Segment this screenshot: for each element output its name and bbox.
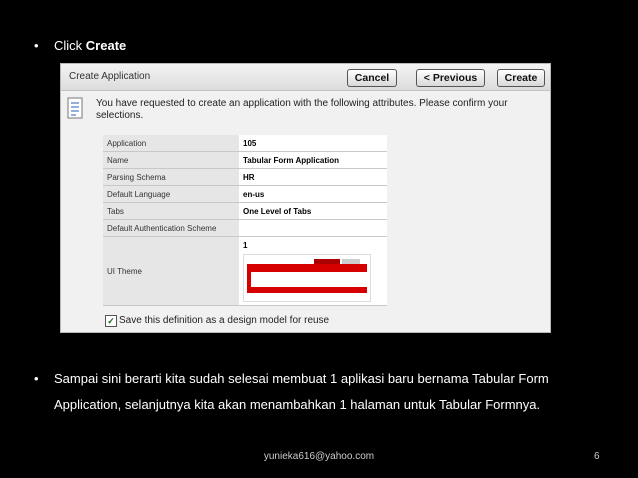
attributes-table: Application 105 Name Tabular Form Applic… bbox=[103, 135, 387, 306]
table-row: Tabs One Level of Tabs bbox=[103, 202, 387, 220]
attr-label: Name bbox=[103, 151, 239, 169]
bullet-dot: • bbox=[34, 371, 39, 386]
thumb-header-bar bbox=[247, 264, 367, 272]
document-icon bbox=[67, 97, 83, 119]
bullet-dot: • bbox=[34, 38, 39, 53]
attr-label: Parsing Schema bbox=[103, 168, 239, 186]
table-row: Parsing Schema HR bbox=[103, 168, 387, 186]
attr-value bbox=[239, 219, 387, 237]
bullet-text: Click Create bbox=[54, 38, 127, 53]
table-row: Default Authentication Scheme bbox=[103, 219, 387, 237]
create-button[interactable]: Create bbox=[497, 69, 545, 87]
region-title: Create Application bbox=[69, 71, 151, 82]
create-application-screenshot: Create Application Cancel < Previous Cre… bbox=[60, 63, 551, 333]
attr-value: 105 bbox=[239, 135, 387, 152]
previous-button[interactable]: < Previous bbox=[416, 69, 485, 87]
table-row: Default Language en-us bbox=[103, 185, 387, 203]
attr-label: Default Language bbox=[103, 185, 239, 203]
table-row: Application 105 bbox=[103, 135, 387, 152]
attr-label: UI Theme bbox=[103, 236, 239, 306]
confirm-content: You have requested to create an applicat… bbox=[61, 91, 550, 332]
footer-email: yunieka616@yahoo.com bbox=[263, 451, 375, 462]
save-definition-checkbox[interactable]: ✓ bbox=[105, 315, 117, 327]
save-definition-label: Save this definition as a design model f… bbox=[119, 315, 330, 326]
summary-text: Sampai sini berarti kita sudah selesai m… bbox=[54, 371, 549, 412]
table-row-ui-theme: UI Theme 1 bbox=[103, 236, 387, 306]
attr-value: HR bbox=[239, 168, 387, 186]
cancel-button[interactable]: Cancel bbox=[347, 69, 397, 87]
theme-number: 1 bbox=[243, 241, 248, 250]
attr-value: Tabular Form Application bbox=[239, 151, 387, 169]
attr-value: One Level of Tabs bbox=[239, 202, 387, 220]
attr-value: en-us bbox=[239, 185, 387, 203]
bullet-click-create: • Click Create bbox=[34, 38, 126, 53]
page-number: 6 bbox=[594, 451, 600, 462]
attr-label: Tabs bbox=[103, 202, 239, 220]
theme-thumbnail bbox=[243, 254, 371, 302]
thumb-footer-bar bbox=[247, 287, 367, 293]
table-row: Name Tabular Form Application bbox=[103, 151, 387, 169]
bold-create: Create bbox=[85, 38, 127, 53]
thumb-side-bar bbox=[247, 272, 251, 287]
attr-label: Application bbox=[103, 135, 239, 152]
attr-value-theme: 1 bbox=[239, 236, 387, 306]
confirm-message: You have requested to create an applicat… bbox=[96, 98, 508, 121]
attr-label: Default Authentication Scheme bbox=[103, 219, 239, 237]
region-header: Create Application Cancel < Previous Cre… bbox=[61, 64, 550, 91]
